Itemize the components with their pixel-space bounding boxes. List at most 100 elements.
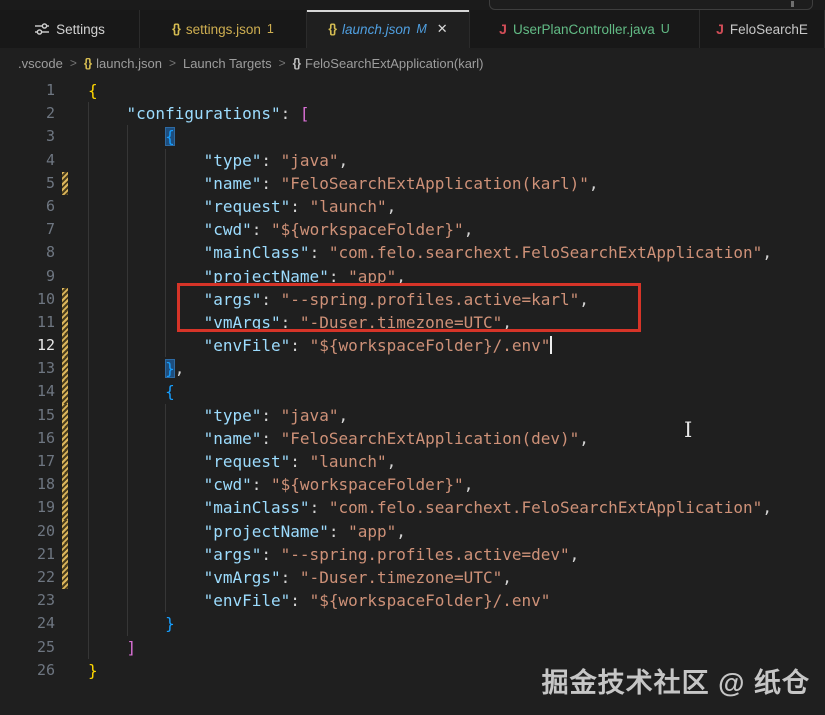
code-text: "request": "launch", xyxy=(203,452,397,471)
code-line[interactable]: 23 "envFile": "${workspaceFolder}/.env" xyxy=(0,589,825,613)
code-line[interactable]: 19 "mainClass": "com.felo.searchext.Felo… xyxy=(0,496,825,520)
code-line[interactable]: 12 "envFile": "${workspaceFolder}/.env" xyxy=(0,334,825,358)
code-line[interactable]: 14 { xyxy=(0,380,825,404)
breadcrumb-label: launch.json xyxy=(96,55,162,71)
breadcrumb-label: .vscode xyxy=(18,55,63,71)
braces-icon: {} xyxy=(83,56,92,70)
tab-launch-json[interactable]: {} launch.json M ✕ xyxy=(307,10,470,48)
modified-gutter-marker xyxy=(62,496,68,520)
modified-gutter-marker xyxy=(62,426,68,450)
line-number[interactable]: 17 xyxy=(0,450,55,473)
breadcrumb-item[interactable]: {} launch.json xyxy=(84,56,162,71)
code-line[interactable]: 24 } xyxy=(0,612,825,636)
code-line[interactable]: 20 "projectName": "app", xyxy=(0,519,825,543)
code-text: "configurations": [ xyxy=(126,104,310,124)
code-text: "args": "--spring.profiles.active=karl", xyxy=(203,289,589,309)
line-number[interactable]: 24 xyxy=(0,612,55,635)
command-center[interactable] xyxy=(489,0,813,10)
code-text: } xyxy=(88,660,98,680)
sliders-icon xyxy=(34,21,50,37)
line-number[interactable]: 13 xyxy=(0,357,55,380)
code-text: { xyxy=(165,127,175,147)
code-line[interactable]: 22 "vmArgs": "-Duser.timezone=UTC", xyxy=(0,565,825,590)
code-text: }, xyxy=(165,359,185,379)
line-number[interactable]: 19 xyxy=(0,496,55,519)
breadcrumb-item[interactable]: {} FeloSearchExtApplication(karl) xyxy=(293,56,484,71)
close-icon[interactable]: ✕ xyxy=(437,21,448,37)
line-number[interactable]: 5 xyxy=(0,172,55,195)
code-text: "name": "FeloSearchExtApplication(karl)"… xyxy=(203,173,599,193)
tab-bar: Settings {} settings.json 1 {} launch.json M ✕ J… xyxy=(0,10,825,48)
line-number[interactable]: 15 xyxy=(0,404,55,427)
code-line[interactable]: 10 "args": "--spring.profiles.active=kar… xyxy=(0,287,825,311)
line-number[interactable]: 10 xyxy=(0,288,55,311)
line-number[interactable]: 16 xyxy=(0,427,55,450)
code-line[interactable]: 3 { xyxy=(0,125,825,149)
code-line[interactable]: 6 "request": "launch", xyxy=(0,194,825,219)
line-number[interactable]: 7 xyxy=(0,218,55,241)
java-icon: J xyxy=(716,21,724,37)
code-line[interactable]: 16 "name": "FeloSearchExtApplication(dev… xyxy=(0,426,825,450)
line-number[interactable]: 21 xyxy=(0,543,55,566)
tab-settings-json[interactable]: {} settings.json 1 xyxy=(140,10,307,48)
line-number[interactable]: 22 xyxy=(0,566,55,589)
code-line[interactable]: 21 "args": "--spring.profiles.active=dev… xyxy=(0,542,825,566)
code-text: "envFile": "${workspaceFolder}/.env" xyxy=(203,591,551,611)
vscode-window: Settings{} settings.json 1{} launch.json M ✕ J… xyxy=(0,0,825,715)
code-line[interactable]: 25 ] xyxy=(0,635,825,659)
code-line[interactable]: 2 "configurations": [ xyxy=(0,102,825,126)
line-number[interactable]: 12 xyxy=(0,334,55,357)
line-number[interactable]: 9 xyxy=(0,265,55,288)
editor[interactable]: 1{2 "configurations": [3 {4 "type": "jav… xyxy=(0,78,825,715)
code-line[interactable]: 1{ xyxy=(0,79,825,102)
chevron-right-icon: > xyxy=(69,56,77,70)
line-number[interactable]: 4 xyxy=(0,149,55,172)
code-line[interactable]: 9 "projectName": "app", xyxy=(0,264,825,288)
code-line[interactable]: 7 "cwd": "${workspaceFolder}", xyxy=(0,218,825,242)
code-text: "projectName": "app", xyxy=(203,266,406,286)
tab-settings[interactable]: Settings xyxy=(0,10,140,48)
code-text: "vmArgs": "-Duser.timezone=UTC", xyxy=(203,312,512,332)
modified-gutter-marker xyxy=(62,287,68,311)
modified-gutter-marker xyxy=(62,334,68,358)
code-line[interactable]: 8 "mainClass": "com.felo.searchext.FeloS… xyxy=(0,241,825,265)
tab-userplancontroller-java[interactable]: J UserPlanController.java U xyxy=(470,10,700,48)
line-number[interactable]: 6 xyxy=(0,195,55,218)
braces-icon: {} xyxy=(172,22,181,36)
code-line[interactable]: 18 "cwd": "${workspaceFolder}", xyxy=(0,473,825,497)
code-line[interactable]: 4 "type": "java", xyxy=(0,148,825,172)
command-center-tick xyxy=(791,1,794,7)
code-text: "request": "launch", xyxy=(203,196,397,216)
line-number[interactable]: 23 xyxy=(0,589,55,612)
braces-icon: {} xyxy=(328,22,337,36)
text-caret xyxy=(550,336,553,355)
line-number[interactable]: 1 xyxy=(0,79,55,102)
tab-label: Settings xyxy=(56,21,105,37)
breadcrumb-item[interactable]: .vscode xyxy=(18,56,63,71)
modified-gutter-marker xyxy=(62,450,68,474)
line-number[interactable]: 14 xyxy=(0,380,55,403)
watermark: 掘金技术社区 @ 纸仓 xyxy=(541,668,810,698)
java-icon: J xyxy=(499,21,507,37)
code-line[interactable]: 15 "type": "java", xyxy=(0,403,825,427)
line-number[interactable]: 18 xyxy=(0,473,55,496)
code-line[interactable]: 17 "request": "launch", xyxy=(0,450,825,474)
breadcrumb-item[interactable]: Launch Targets xyxy=(183,56,272,71)
line-number[interactable]: 26 xyxy=(0,659,55,682)
line-number[interactable]: 2 xyxy=(0,102,55,125)
line-number[interactable]: 11 xyxy=(0,311,55,334)
code-line[interactable]: 5 "name": "FeloSearchExtApplication(karl… xyxy=(0,171,825,195)
tab-git-badge: M xyxy=(416,22,427,36)
line-number[interactable]: 8 xyxy=(0,241,55,264)
code-line[interactable]: 13 }, xyxy=(0,357,825,381)
modified-gutter-marker xyxy=(62,565,68,590)
line-number[interactable]: 25 xyxy=(0,636,55,659)
tab-felosearchext-java[interactable]: J FeloSearchE xyxy=(700,10,825,48)
code-text: "mainClass": "com.felo.searchext.FeloSea… xyxy=(203,498,772,518)
code-text: "envFile": "${workspaceFolder}/.env" xyxy=(203,336,553,356)
modified-gutter-marker xyxy=(62,310,68,335)
line-number[interactable]: 20 xyxy=(0,520,55,543)
line-number[interactable]: 3 xyxy=(0,125,55,148)
modified-gutter-marker xyxy=(62,380,68,404)
code-line[interactable]: 11 "vmArgs": "-Duser.timezone=UTC", xyxy=(0,310,825,335)
